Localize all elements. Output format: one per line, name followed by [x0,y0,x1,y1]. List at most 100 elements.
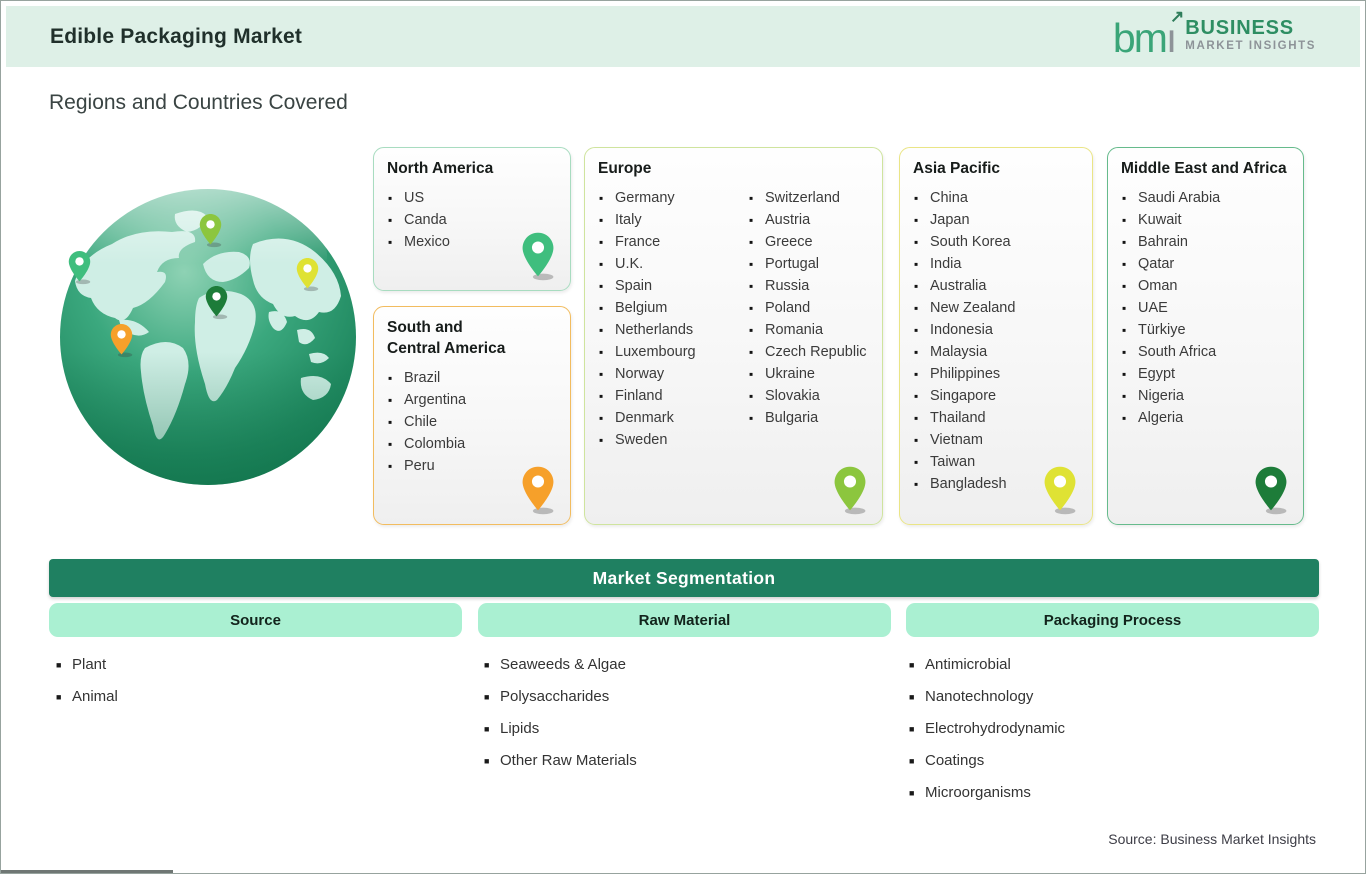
globe-illustration [60,178,356,485]
country-item: Portugal [748,253,867,275]
country-item: Belgium [598,297,748,319]
country-item: Qatar [1121,253,1290,275]
bottom-edge-decoration [1,870,173,873]
segment-item: Other Raw Materials [484,749,637,781]
report-title: Edible Packaging Market [50,24,303,48]
country-item: Oman [1121,275,1290,297]
segment-item: Plant [56,653,118,685]
country-list: BrazilArgentinaChileColombiaPeru [387,367,557,477]
segment-header-label: Raw Material [638,611,731,629]
market-segmentation-title: Market Segmentation [592,567,776,588]
country-item: Vietnam [913,429,1079,451]
country-item: France [598,231,748,253]
logo-line-business: BUSINESS [1185,17,1294,40]
country-item: Colombia [387,433,557,455]
country-item: Denmark [598,407,748,429]
source-note: Source: Business Market Insights [1108,831,1316,847]
region-card-europe: Europe GermanyItalyFranceU.K.SpainBelgiu… [584,147,883,525]
region-title: South and Central America [387,319,506,357]
segment-item: Animal [56,685,118,717]
country-item: Netherlands [598,319,748,341]
region-card-middle-east-africa: Middle East and Africa Saudi ArabiaKuwai… [1107,147,1304,525]
country-item: Thailand [913,407,1079,429]
segment-list-packaging-process: AntimicrobialNanotechnologyElectrohydrod… [909,653,1065,813]
country-item: Spain [598,275,748,297]
country-item: South Africa [1121,341,1290,363]
segment-header-label: Source [230,611,281,629]
map-pin-icon [832,466,868,516]
segment-item: Electrohydrodynamic [909,717,1065,749]
country-list: GermanyItalyFranceU.K.SpainBelgiumNether… [598,187,748,451]
country-item: U.K. [598,253,748,275]
region-title: Asia Pacific [913,160,1001,177]
country-item: Russia [748,275,867,297]
segment-item: Lipids [484,717,637,749]
country-item: Austria [748,209,867,231]
country-item: Poland [748,297,867,319]
bmi-logo-text: BUSINESS MARKET INSIGHTS [1185,18,1316,55]
segment-header-raw-material: Raw Material [478,603,891,637]
segment-item: Nanotechnology [909,685,1065,717]
country-item: Kuwait [1121,209,1290,231]
country-item: Saudi Arabia [1121,187,1290,209]
country-item: Bahrain [1121,231,1290,253]
map-pin-icon [1042,466,1078,516]
segment-item: Antimicrobial [909,653,1065,685]
country-item: Ukraine [748,363,867,385]
region-title: North America [387,160,494,177]
country-list: SwitzerlandAustriaGreecePortugalRussiaPo… [748,187,867,451]
segment-header-source: Source [49,603,462,637]
country-item: Chile [387,411,557,433]
country-item: Luxembourg [598,341,748,363]
country-item: Czech Republic [748,341,867,363]
market-segmentation-banner: Market Segmentation [49,559,1319,597]
segment-header-packaging-process: Packaging Process [906,603,1319,637]
arrow-up-right-icon: ↗ [1170,6,1184,26]
country-item: Norway [598,363,748,385]
region-title: Middle East and Africa [1121,160,1287,177]
segment-header-label: Packaging Process [1043,611,1182,629]
bmi-logo-mark: bmı ↗ [1113,8,1184,58]
country-item: Türkiye [1121,319,1290,341]
segment-item: Polysaccharides [484,685,637,717]
country-item: Japan [913,209,1079,231]
country-item: UAE [1121,297,1290,319]
country-item: Romania [748,319,867,341]
country-item: Philippines [913,363,1079,385]
segment-item: Coatings [909,749,1065,781]
country-item: China [913,187,1079,209]
country-item: Nigeria [1121,385,1290,407]
region-card-south-central-america: South and Central America BrazilArgentin… [373,306,571,525]
country-item: Germany [598,187,748,209]
logo-line-market-insights: MARKET INSIGHTS [1185,40,1316,53]
europe-country-columns: GermanyItalyFranceU.K.SpainBelgiumNether… [598,187,869,451]
header-bar: Edible Packaging Market bmı ↗ BUSINESS M… [6,6,1360,67]
section-title: Regions and Countries Covered [49,91,348,114]
country-item: Australia [913,275,1079,297]
country-item: Greece [748,231,867,253]
country-item: India [913,253,1079,275]
country-item: Slovakia [748,385,867,407]
country-item: New Zealand [913,297,1079,319]
segment-item: Microorganisms [909,781,1065,813]
country-item: South Korea [913,231,1079,253]
bmi-logo: bmı ↗ BUSINESS MARKET INSIGHTS [1113,8,1316,58]
country-item: Egypt [1121,363,1290,385]
map-pin-icon [1253,466,1289,516]
country-item: Canda [387,209,557,231]
country-item: Malaysia [913,341,1079,363]
country-item: US [387,187,557,209]
country-item: Argentina [387,389,557,411]
country-item: Finland [598,385,748,407]
country-list: ChinaJapanSouth KoreaIndiaAustraliaNew Z… [913,187,1079,495]
segment-list-raw-material: Seaweeds & AlgaePolysaccharidesLipidsOth… [484,653,637,781]
country-item: Bulgaria [748,407,867,429]
region-card-north-america: North America USCandaMexico [373,147,571,291]
world-globe [57,178,359,488]
segment-item: Seaweeds & Algae [484,653,637,685]
map-pin-icon [520,232,556,282]
region-title: Europe [598,160,652,177]
country-item: Brazil [387,367,557,389]
segment-list-source: PlantAnimal [56,653,118,717]
country-item: Algeria [1121,407,1290,429]
